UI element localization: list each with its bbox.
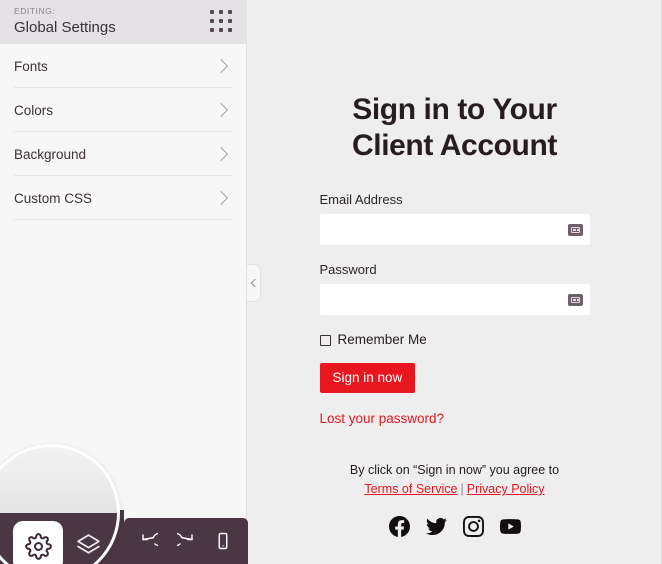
sidebar-item-colors[interactable]: Colors <box>0 88 246 132</box>
form-heading: Sign in to Your Client Account <box>352 93 557 162</box>
settings-list: Fonts Colors Background Custom CSS <box>0 44 246 220</box>
sidebar-item-background[interactable]: Background <box>0 132 246 176</box>
legal-sentence: By click on “Sign in now” you agree to <box>349 463 560 477</box>
sign-in-button[interactable]: Sign in now <box>319 363 416 393</box>
submit-row: Sign in now <box>319 363 590 410</box>
social-links <box>320 516 590 537</box>
password-field[interactable] <box>320 285 589 314</box>
sidebar-item-fonts[interactable]: Fonts <box>0 44 246 88</box>
legal-links: Terms of Service | Privacy Policy <box>320 480 590 499</box>
password-field-group: Password <box>319 262 590 315</box>
page-builder-window: EDITING: Global Settings Fonts Colors Ba… <box>0 0 662 564</box>
email-label: Email Address <box>319 192 403 207</box>
remember-me-row[interactable]: Remember Me <box>319 332 590 348</box>
mobile-preview-icon[interactable] <box>208 526 238 556</box>
editor-toolbar-primary <box>0 510 124 564</box>
signin-form: Sign in to Your Client Account Email Add… <box>319 0 590 537</box>
gear-icon[interactable] <box>12 517 52 557</box>
autofill-keyboard-icon[interactable] <box>567 223 583 236</box>
redo-icon[interactable] <box>171 526 201 556</box>
chevron-right-icon <box>213 190 229 206</box>
email-field[interactable] <box>320 215 589 244</box>
remember-me-label: Remember Me <box>337 332 427 347</box>
editor-toolbar-secondary <box>124 518 248 564</box>
page-title: Global Settings <box>14 19 116 36</box>
global-settings-panel: EDITING: Global Settings Fonts Colors Ba… <box>0 0 247 564</box>
sidebar-item-custom-css[interactable]: Custom CSS <box>0 176 246 220</box>
legal-text-block: By click on “Sign in now” you agree to T… <box>320 461 590 499</box>
lost-password-row: Lost your password? <box>320 410 590 428</box>
panel-collapse-handle[interactable] <box>247 264 261 302</box>
panel-header: EDITING: Global Settings <box>0 0 246 44</box>
chevron-left-icon <box>250 278 259 288</box>
chevron-right-icon <box>213 58 229 74</box>
email-field-box[interactable] <box>319 214 590 245</box>
sidebar-item-label: Background <box>14 146 87 162</box>
autofill-keyboard-icon[interactable] <box>567 293 583 306</box>
undo-icon[interactable] <box>134 526 164 556</box>
email-field-group: Email Address <box>319 192 590 245</box>
youtube-icon[interactable] <box>499 516 521 537</box>
chevron-right-icon <box>213 146 229 162</box>
remember-me-checkbox[interactable] <box>319 334 331 346</box>
dots-grid-icon[interactable] <box>210 10 232 32</box>
legal-separator: | <box>460 482 464 496</box>
sidebar-item-label: Colors <box>14 102 54 118</box>
layers-icon[interactable] <box>66 520 100 554</box>
sidebar-item-label: Fonts <box>14 58 48 74</box>
editing-label: EDITING: <box>14 6 56 16</box>
twitter-icon[interactable] <box>425 516 447 537</box>
password-field-box[interactable] <box>319 284 590 315</box>
terms-of-service-link[interactable]: Terms of Service <box>364 482 457 496</box>
password-label: Password <box>319 262 377 277</box>
preview-canvas: Sign in to Your Client Account Email Add… <box>248 0 662 564</box>
lost-password-link[interactable]: Lost your password? <box>320 411 445 427</box>
privacy-policy-link[interactable]: Privacy Policy <box>467 482 545 496</box>
chevron-right-icon <box>213 102 229 118</box>
instagram-icon[interactable] <box>462 516 484 537</box>
facebook-icon[interactable] <box>388 516 410 537</box>
sidebar-item-label: Custom CSS <box>14 190 93 206</box>
